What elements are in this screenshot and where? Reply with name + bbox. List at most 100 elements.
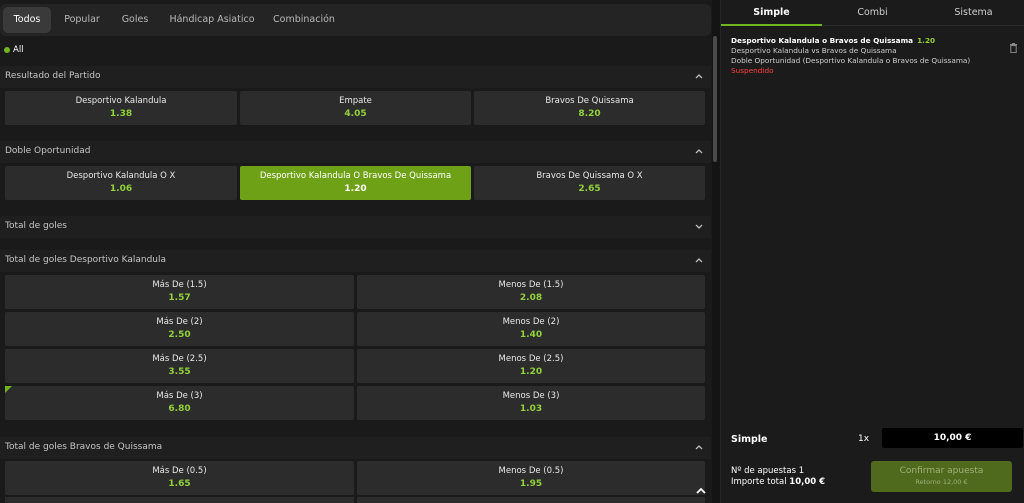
tab-simple[interactable]: Simple	[721, 0, 822, 26]
bet-selection-title: Desportivo Kalandula o Bravos de Quissam…	[731, 36, 1021, 45]
active-dot-icon	[4, 47, 10, 53]
selection-label: Bravos De Quissama	[545, 96, 634, 106]
bet-selection-name: Desportivo Kalandula o Bravos de Quissam…	[731, 36, 914, 45]
section-doble-header[interactable]: Doble Oportunidad	[0, 141, 711, 163]
section-resultado-header[interactable]: Resultado del Partido	[0, 66, 711, 88]
selection-label: Empate	[339, 96, 372, 106]
sportsbook-page: Todos Popular Goles Hándicap Asiatico Co…	[0, 0, 1024, 503]
bet-multiplier: 1x	[858, 434, 870, 444]
total-amount-label: Importe total	[731, 477, 787, 487]
selection-label: Más De (2.5)	[152, 354, 207, 364]
odds-cell-partial	[357, 497, 705, 503]
odds-value: 1.38	[109, 109, 133, 119]
odds-cell[interactable]: Bravos De Quissama O X 2.65	[474, 166, 705, 200]
odds-cell[interactable]: Menos De (2) 1.40	[357, 312, 705, 346]
scrollbar-thumb[interactable]	[713, 36, 717, 162]
selection-label: Desportivo Kalandula O X	[66, 171, 176, 181]
odds-value: 2.08	[519, 293, 543, 303]
odds-cell-partial	[5, 497, 354, 503]
odds-value: 8.20	[578, 109, 601, 119]
section-total-kalandula-header[interactable]: Total de goles Desportivo Kalandula	[0, 250, 711, 272]
odds-cell[interactable]: Menos De (1.5) 2.08	[357, 275, 705, 309]
tab-todos[interactable]: Todos	[3, 7, 51, 33]
potential-return: Retorno 12,00 €	[915, 478, 968, 486]
trash-icon[interactable]	[1009, 38, 1018, 54]
odds-value: 1.57	[168, 293, 191, 303]
chevron-down-icon[interactable]	[693, 220, 705, 232]
odds-cell[interactable]: Más De (0.5) 1.65	[5, 461, 354, 495]
odds-cell[interactable]: Bravos De Quissama 8.20	[474, 91, 705, 125]
scroll-to-top-button[interactable]	[692, 482, 710, 500]
selection-label: Desportivo Kalandula	[75, 96, 167, 106]
odds-value: 6.80	[168, 404, 191, 414]
odds-value: 1.06	[109, 184, 133, 194]
stake-row: Simple 1x 10,00 €	[731, 428, 1023, 450]
tab-combinacion[interactable]: Combinación	[268, 7, 340, 33]
odds-cell[interactable]: Menos De (2.5) 1.20	[357, 349, 705, 383]
section-total-header[interactable]: Total de goles	[0, 216, 711, 238]
section-title: Resultado del Partido	[5, 71, 101, 81]
bet-totals: Nº de apuestas 1 Importe total 10,00 €	[731, 466, 825, 488]
filter-all-label: All	[13, 45, 24, 55]
odds-value: 2.50	[168, 330, 191, 340]
odds-value: 1.20	[344, 184, 367, 194]
selection-label: Menos De (1.5)	[498, 280, 564, 290]
bets-count: Nº de apuestas 1	[731, 466, 805, 476]
selection-label: Menos De (3)	[502, 391, 560, 401]
bet-match: Desportivo Kalandula vs Bravos de Quissa…	[731, 46, 897, 55]
odds-cell[interactable]: Empate 4.05	[240, 91, 471, 125]
total-amount-value: 10,00 €	[789, 477, 826, 487]
tab-handicap-asiatico[interactable]: Hándicap Asiatico	[165, 7, 259, 33]
odds-value: 3.55	[168, 367, 191, 377]
odds-value: 2.65	[578, 184, 601, 194]
odds-value: 4.05	[344, 109, 367, 119]
selection-label: Más De (1.5)	[152, 280, 207, 290]
odds-value: 1.65	[168, 479, 191, 489]
odds-cell[interactable]: Más De (2.5) 3.55	[5, 349, 354, 383]
odds-cell-selected[interactable]: Desportivo Kalandula O Bravos De Quissam…	[240, 166, 471, 200]
total-amount-row: Importe total 10,00 €	[731, 477, 825, 488]
market-tabs: Todos Popular Goles Hándicap Asiatico Co…	[0, 4, 711, 36]
filter-all[interactable]: All	[4, 44, 24, 56]
chevron-up-icon[interactable]	[693, 254, 705, 266]
selection-label: Desportivo Kalandula O Bravos De Quissam…	[259, 171, 452, 181]
odds-cell[interactable]: Menos De (3) 1.03	[357, 386, 705, 420]
odds-cell[interactable]: Más De (1.5) 1.57	[5, 275, 354, 309]
bet-type-label: Simple	[731, 434, 768, 445]
section-title: Doble Oportunidad	[5, 146, 91, 156]
selection-label: Más De (0.5)	[152, 466, 207, 476]
selection-label: Bravos De Quissama O X	[536, 171, 643, 181]
odds-value: 1.40	[519, 330, 543, 340]
selection-label: Menos De (2)	[502, 317, 560, 327]
bet-market: Doble Oportunidad (Desportivo Kalandula …	[731, 56, 971, 65]
betslip-tabs: Simple Combi Sistema	[721, 0, 1024, 26]
chevron-up-icon[interactable]	[693, 145, 705, 157]
tab-goles[interactable]: Goles	[114, 7, 156, 33]
markets-panel: Todos Popular Goles Hándicap Asiatico Co…	[0, 0, 712, 503]
tab-sistema[interactable]: Sistema	[923, 0, 1024, 26]
bet-selection-odd: 1.20	[917, 36, 936, 45]
betslip-item: Desportivo Kalandula o Bravos de Quissam…	[731, 36, 1021, 75]
odds-value: 1.20	[519, 367, 543, 377]
bet-status: Suspendido	[731, 66, 774, 75]
tab-combi[interactable]: Combi	[822, 0, 923, 26]
section-total-bravos-header[interactable]: Total de goles Bravos de Quissama	[0, 437, 711, 459]
section-title: Total de goles Bravos de Quissama	[5, 442, 163, 452]
selection-label: Menos De (0.5)	[498, 466, 564, 476]
stake-input[interactable]: 10,00 €	[882, 428, 1023, 448]
odds-value: 1.03	[519, 404, 543, 414]
chevron-up-icon	[696, 487, 706, 494]
odds-cell[interactable]: Desportivo Kalandula 1.38	[5, 91, 237, 125]
odds-value: 1.95	[519, 479, 543, 489]
odds-cell[interactable]: Menos De (0.5) 1.95	[357, 461, 705, 495]
tab-popular[interactable]: Popular	[57, 7, 107, 33]
chevron-up-icon[interactable]	[693, 441, 705, 453]
chevron-up-icon[interactable]	[693, 70, 705, 82]
confirm-bet-label: Confirmar apuesta	[899, 466, 984, 476]
odds-cell[interactable]: Desportivo Kalandula O X 1.06	[5, 166, 237, 200]
section-title: Total de goles	[5, 221, 67, 231]
confirm-bet-button[interactable]: Confirmar apuesta Retorno 12,00 €	[871, 461, 1012, 492]
selection-label: Más De (2)	[156, 317, 203, 327]
odds-cell[interactable]: Más De (2) 2.50	[5, 312, 354, 346]
odds-cell[interactable]: Más De (3) 6.80	[5, 386, 354, 420]
